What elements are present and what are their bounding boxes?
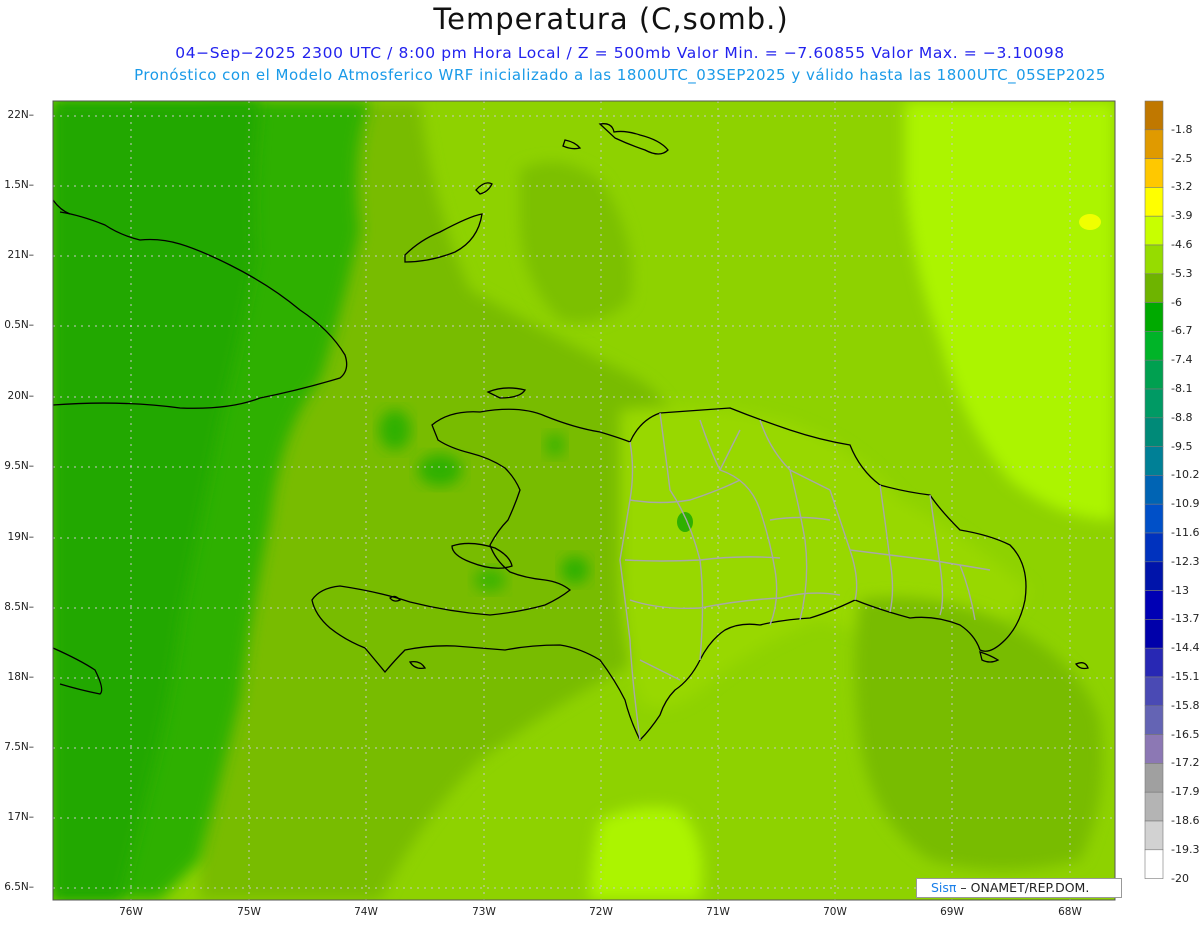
colorbar-swatch	[1144, 244, 1164, 275]
field-spot	[474, 568, 506, 592]
colorbar-label: -8.1	[1171, 382, 1193, 395]
colorbar-swatch	[1144, 187, 1164, 217]
lon-label: 73W	[472, 906, 496, 918]
colorbar-label: -12.3	[1171, 554, 1200, 568]
field-spot	[418, 454, 462, 486]
colorbar-swatch	[1144, 331, 1164, 361]
colorbar-swatch	[1144, 273, 1164, 303]
lat-label: 21N–	[7, 249, 34, 261]
lat-label: 20N–	[7, 390, 34, 402]
lat-label: 9.5N–	[4, 460, 34, 472]
colorbar-label: -10.2	[1171, 468, 1200, 482]
colorbar-label: -4.6	[1171, 238, 1193, 251]
lon-label: 76W	[119, 906, 143, 918]
credit-box: Sisπ – ONAMET/REP.DOM.	[916, 878, 1122, 898]
colorbar-label: -11.6	[1171, 526, 1200, 539]
lat-label: 17N–	[7, 811, 34, 823]
colorbar-label: -15.8	[1171, 698, 1200, 712]
colorbar-swatch	[1144, 705, 1164, 735]
field-max-spot	[1079, 214, 1101, 230]
colorbar-swatch	[1144, 215, 1164, 246]
lat-label: 19N–	[7, 531, 34, 543]
colorbar-label: -14.4	[1171, 641, 1200, 655]
lon-label: 75W	[237, 906, 261, 918]
colorbar-swatch	[1144, 561, 1164, 591]
lon-label: 71W	[706, 906, 730, 918]
colorbar-swatch	[1144, 734, 1164, 764]
lat-label: 7.5N–	[4, 741, 34, 753]
field-spot	[379, 410, 411, 450]
field-spot	[545, 433, 565, 457]
colorbar-label: -3.2	[1171, 180, 1193, 194]
lon-label: 69W	[940, 906, 964, 918]
colorbar-label: -7.4	[1171, 353, 1193, 367]
colorbar-swatch	[1144, 791, 1164, 822]
colorbar-swatch	[1144, 676, 1164, 707]
temperature-map	[52, 100, 1164, 901]
colorbar-label: -5.3	[1171, 266, 1193, 280]
colorbar-swatch	[1144, 763, 1164, 793]
colorbar	[1144, 100, 1164, 879]
colorbar-swatch	[1144, 388, 1164, 419]
colorbar-swatch	[1144, 849, 1164, 879]
lat-label: 8.5N–	[4, 601, 34, 613]
field-spot	[561, 556, 589, 584]
colorbar-swatch	[1144, 503, 1164, 534]
lon-label: 70W	[823, 906, 847, 918]
colorbar-label: -6.7	[1171, 324, 1193, 338]
lat-label: 6.5N–	[4, 881, 34, 893]
colorbar-swatch	[1144, 359, 1164, 390]
colorbar-swatch	[1144, 590, 1164, 620]
colorbar-label: -9.5	[1171, 439, 1193, 453]
lon-label: 68W	[1058, 906, 1082, 918]
colorbar-label: -13	[1171, 583, 1189, 597]
colorbar-swatch	[1144, 100, 1164, 131]
colorbar-swatch	[1144, 446, 1164, 476]
colorbar-label: -6	[1171, 295, 1182, 309]
credit-text: – ONAMET/REP.DOM.	[956, 880, 1090, 895]
sispi-logo: Sisπ	[931, 880, 957, 895]
lat-label: 0.5N–	[4, 319, 34, 331]
colorbar-label: -13.7	[1171, 612, 1200, 626]
colorbar-label: -16.5	[1171, 727, 1200, 741]
colorbar-label: -3.9	[1171, 209, 1193, 223]
colorbar-label: -15.1	[1171, 670, 1200, 683]
colorbar-label: -8.8	[1171, 410, 1193, 424]
colorbar-swatch	[1144, 820, 1164, 851]
temperature-field	[53, 101, 1115, 900]
lat-label: 22N–	[7, 109, 34, 121]
colorbar-swatch	[1144, 302, 1164, 332]
colorbar-swatch	[1144, 647, 1164, 678]
lat-label: 18N–	[7, 671, 34, 683]
colorbar-swatch	[1144, 158, 1164, 188]
colorbar-swatch	[1144, 619, 1164, 649]
colorbar-swatch	[1144, 129, 1164, 159]
colorbar-swatch	[1144, 475, 1164, 505]
colorbar-swatch	[1144, 417, 1164, 447]
field-warm-south	[590, 806, 703, 900]
colorbar-label: -20	[1171, 871, 1189, 885]
colorbar-label: -1.8	[1171, 122, 1193, 136]
lon-label: 74W	[354, 906, 378, 918]
colorbar-label: -19.3	[1171, 842, 1200, 856]
colorbar-label: -10.9	[1171, 497, 1200, 511]
colorbar-label: -18.6	[1171, 814, 1200, 827]
lat-label: 1.5N–	[4, 179, 34, 191]
colorbar-label: -17.9	[1171, 785, 1200, 799]
colorbar-label: -2.5	[1171, 151, 1193, 165]
colorbar-label: -17.2	[1171, 756, 1200, 770]
colorbar-swatch	[1144, 532, 1164, 563]
lon-label: 72W	[589, 906, 613, 918]
